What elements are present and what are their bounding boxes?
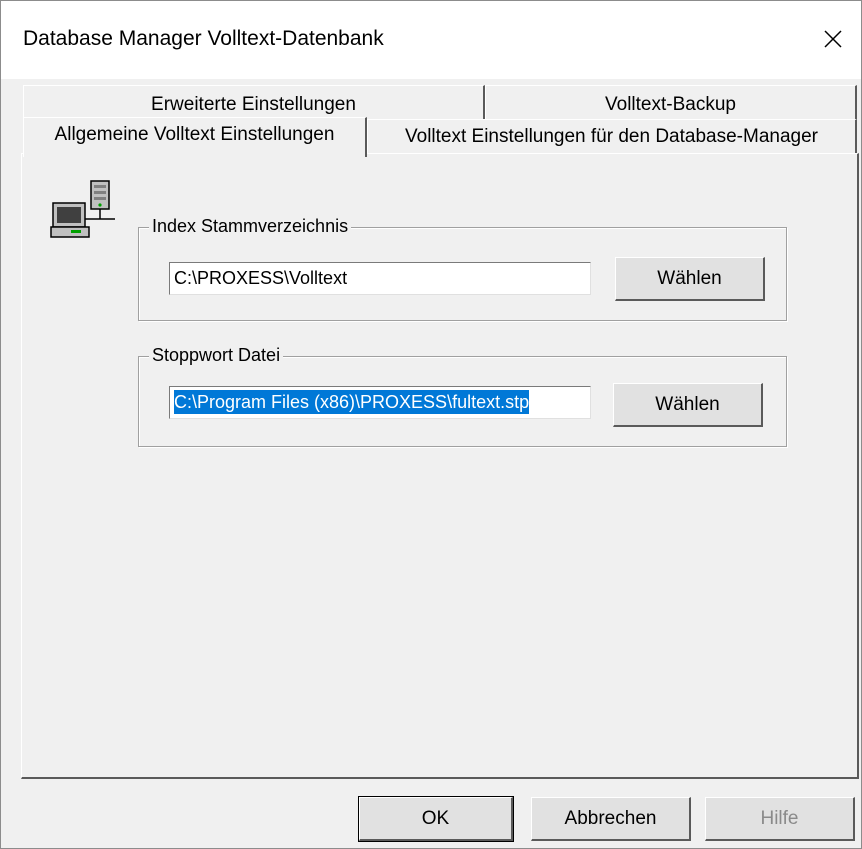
button-label: Wählen <box>657 268 722 289</box>
index-browse-button[interactable]: Wählen <box>615 257 765 301</box>
tab-label: Volltext Einstellungen für den Database-… <box>405 126 818 147</box>
tab-label: Volltext-Backup <box>605 94 736 115</box>
close-button[interactable] <box>813 19 853 59</box>
button-label: Abbrechen <box>564 808 657 829</box>
index-path-input[interactable]: C:\PROXESS\Volltext <box>169 262 591 295</box>
tab-volltext-backup[interactable]: Volltext-Backup <box>485 85 857 119</box>
cancel-button[interactable]: Abbrechen <box>531 797 691 841</box>
button-label: OK <box>421 808 450 829</box>
window-title: Database Manager Volltext-Datenbank <box>23 27 384 50</box>
tab-volltext-database-manager[interactable]: Volltext Einstellungen für den Database-… <box>367 119 857 153</box>
group-label: Stoppwort Datei <box>149 345 284 366</box>
group-label: Index Stammverzeichnis <box>149 216 352 237</box>
tab-allgemeine-volltext-einstellungen[interactable]: Allgemeine Volltext Einstellungen <box>23 117 367 157</box>
help-button[interactable]: Hilfe <box>705 797 855 841</box>
tab-erweiterte-einstellungen[interactable]: Erweiterte Einstellungen <box>23 85 485 119</box>
dialog-window: Database Manager Volltext-Datenbank Erwe… <box>0 0 862 849</box>
ok-button[interactable]: OK <box>358 796 514 842</box>
stopword-browse-button[interactable]: Wählen <box>613 383 763 427</box>
button-label: Wählen <box>655 394 720 415</box>
close-icon <box>824 30 842 48</box>
tab-label: Allgemeine Volltext Einstellungen <box>54 124 335 145</box>
title-bar: Database Manager Volltext-Datenbank <box>1 1 861 79</box>
button-label: Hilfe <box>760 808 799 829</box>
stopword-path-input[interactable]: C:\Program Files (x86)\PROXESS\fultext.s… <box>169 386 591 419</box>
tab-label: Erweiterte Einstellungen <box>151 94 356 115</box>
network-computer-icon <box>50 180 115 238</box>
selected-text: C:\Program Files (x86)\PROXESS\fultext.s… <box>174 390 530 414</box>
